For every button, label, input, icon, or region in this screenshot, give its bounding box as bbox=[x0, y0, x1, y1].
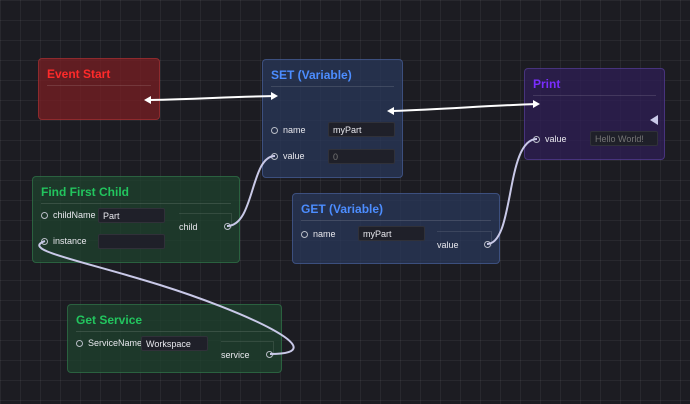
value-label: value bbox=[283, 151, 305, 161]
value-input-pin[interactable] bbox=[533, 136, 540, 143]
servicename-field[interactable] bbox=[141, 336, 208, 351]
value-label: value bbox=[437, 240, 459, 250]
node-print[interactable]: Print value bbox=[524, 68, 665, 160]
title-divider bbox=[47, 85, 151, 86]
node-set-variable[interactable]: SET (Variable) name value bbox=[262, 59, 403, 178]
title-divider bbox=[271, 86, 394, 87]
node-event-start[interactable]: Event Start bbox=[38, 58, 160, 120]
value-label: value bbox=[545, 134, 567, 144]
name-input-pin[interactable] bbox=[271, 127, 278, 134]
child-label: child bbox=[179, 222, 198, 232]
childname-input-pin[interactable] bbox=[41, 212, 48, 219]
value-output-pin[interactable] bbox=[484, 241, 491, 248]
service-label: service bbox=[221, 350, 250, 360]
title-divider bbox=[41, 203, 231, 204]
value-field[interactable] bbox=[590, 131, 658, 146]
node-title: SET (Variable) bbox=[271, 68, 352, 82]
node-title: Event Start bbox=[47, 67, 111, 81]
name-input-pin[interactable] bbox=[301, 231, 308, 238]
node-get-variable[interactable]: GET (Variable) name value bbox=[292, 193, 500, 264]
name-field[interactable] bbox=[358, 226, 425, 241]
exec-wire-set-to-print bbox=[392, 103, 538, 112]
childname-label: childName bbox=[53, 210, 96, 220]
node-title: Get Service bbox=[76, 313, 143, 327]
value-field[interactable] bbox=[328, 149, 395, 164]
name-label: name bbox=[283, 125, 306, 135]
instance-field[interactable] bbox=[98, 234, 165, 249]
node-title: Find First Child bbox=[41, 185, 129, 199]
title-divider bbox=[533, 95, 656, 96]
node-title: Print bbox=[533, 77, 561, 91]
title-divider bbox=[76, 331, 273, 332]
title-divider bbox=[301, 220, 491, 221]
instance-input-pin[interactable] bbox=[41, 238, 48, 245]
servicename-label: ServiceName bbox=[88, 338, 143, 348]
child-output-pin[interactable] bbox=[224, 223, 231, 230]
exec-output-arrow-icon[interactable] bbox=[650, 115, 658, 125]
instance-label: instance bbox=[53, 236, 87, 246]
node-title: GET (Variable) bbox=[301, 202, 384, 216]
node-find-first-child[interactable]: Find First Child childName instance chil… bbox=[32, 176, 240, 263]
name-field[interactable] bbox=[328, 122, 395, 137]
childname-field[interactable] bbox=[98, 208, 165, 223]
value-input-pin[interactable] bbox=[271, 153, 278, 160]
node-get-service[interactable]: Get Service ServiceName service bbox=[67, 304, 282, 373]
exec-wire-event-to-set bbox=[149, 95, 276, 101]
service-output-pin[interactable] bbox=[266, 351, 273, 358]
name-label: name bbox=[313, 229, 336, 239]
servicename-input-pin[interactable] bbox=[76, 340, 83, 347]
